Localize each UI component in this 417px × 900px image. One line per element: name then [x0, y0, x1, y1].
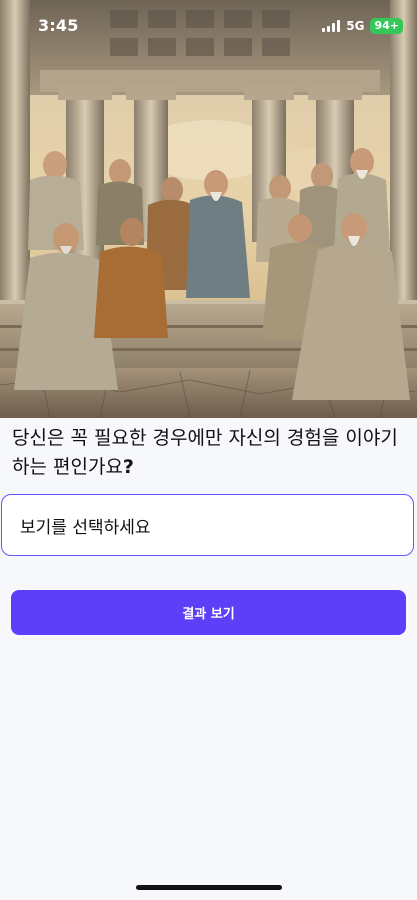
- battery-icon: 94+: [370, 18, 403, 34]
- home-indicator[interactable]: [136, 885, 282, 890]
- status-bar: 3:45 5G 94+: [0, 0, 417, 54]
- network-type: 5G: [346, 19, 365, 33]
- question-text: 당신은 꼭 필요한 경우에만 자신의 경험을 이야기하는 편인가요?: [12, 424, 408, 482]
- question-body: 당신은 꼭 필요한 경우에만 자신의 경험을 이야기하는 편인가요: [12, 427, 398, 478]
- answer-select[interactable]: 보기를 선택하세요: [1, 494, 414, 556]
- status-indicators: 5G 94+: [322, 18, 403, 34]
- hero-image: [0, 0, 417, 418]
- signal-icon: [322, 20, 341, 32]
- select-placeholder: 보기를 선택하세요: [20, 517, 151, 538]
- question-mark: ?: [122, 456, 134, 478]
- philosophers-painting: [0, 0, 417, 418]
- status-time: 3:45: [38, 16, 79, 35]
- view-result-button[interactable]: 결과 보기: [11, 590, 406, 635]
